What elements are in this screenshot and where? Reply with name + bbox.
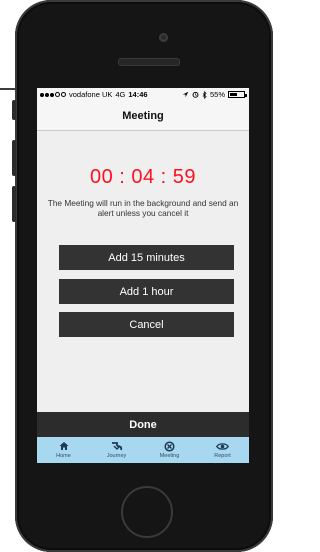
bluetooth-icon [202, 90, 207, 99]
tab-journey-label: Journey [106, 453, 127, 459]
journey-icon [110, 440, 124, 452]
countdown-timer: 00 : 04 : 59 [89, 166, 197, 188]
home-icon [57, 440, 71, 452]
location-arrow-icon [182, 91, 189, 98]
alarm-clock-icon [192, 91, 199, 98]
carrier-name: vodafone UK [69, 90, 113, 99]
tab-home[interactable]: Home [37, 437, 90, 463]
meeting-description: The Meeting will run in the background a… [47, 198, 239, 218]
done-button[interactable]: Done [37, 412, 249, 437]
front-camera [159, 33, 168, 42]
battery-percent: 55% [209, 90, 225, 99]
add-15-minutes-button[interactable]: Add 15 minutes [59, 245, 234, 270]
volume-down-button [12, 186, 16, 222]
earpiece-speaker [118, 58, 180, 66]
tab-report-label: Report [214, 453, 231, 459]
cancel-button[interactable]: Cancel [59, 312, 234, 337]
battery-icon [228, 91, 247, 98]
add-1-hour-button[interactable]: Add 1 hour [59, 279, 234, 304]
battery-fill [230, 93, 237, 96]
mute-switch [12, 100, 16, 120]
home-button[interactable] [121, 486, 173, 538]
status-time: 14:46 [128, 90, 148, 99]
tab-meeting[interactable]: Meeting [143, 437, 196, 463]
status-left: vodafone UK 4G 14:46 [40, 90, 148, 99]
tab-meeting-label: Meeting [159, 453, 180, 459]
phone-screen: vodafone UK 4G 14:46 55% Meeting 00 : 04… [37, 88, 249, 463]
tab-report[interactable]: Report [196, 437, 249, 463]
tab-home-label: Home [56, 453, 71, 459]
tab-journey[interactable]: Journey [90, 437, 143, 463]
signal-strength [40, 90, 67, 99]
volume-up-button [12, 140, 16, 176]
navigation-bar: Meeting [37, 102, 249, 131]
report-eye-icon [216, 440, 230, 452]
status-bar: vodafone UK 4G 14:46 55% [37, 88, 249, 102]
page-title: Meeting [122, 110, 164, 122]
meeting-icon [163, 440, 177, 452]
status-right: 55% [182, 90, 247, 99]
tab-bar: Home Journey Meeting Report [37, 437, 249, 463]
network-type: 4G [115, 90, 126, 99]
